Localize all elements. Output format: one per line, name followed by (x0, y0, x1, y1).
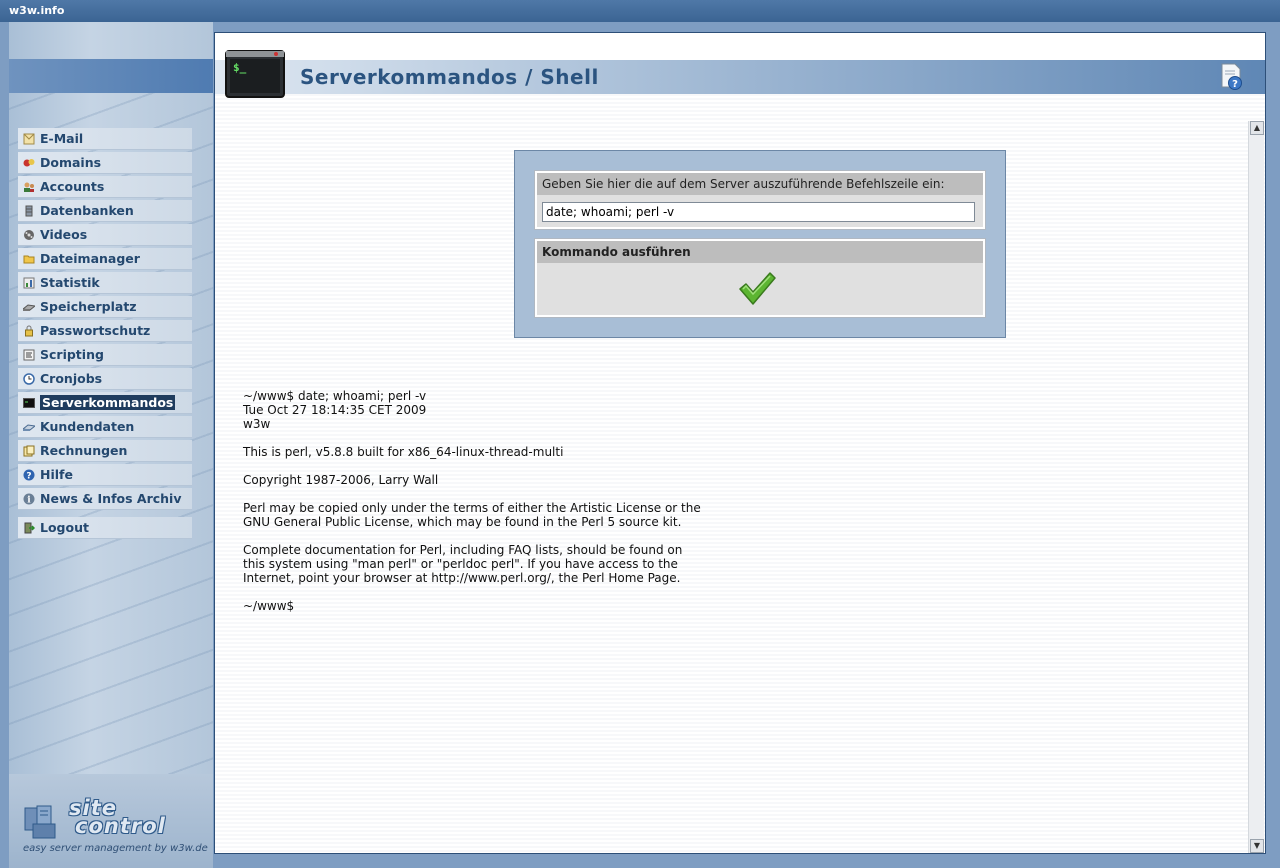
output-line: Internet, point your browser at http://w… (243, 571, 681, 585)
sidebar-item-label: Accounts (40, 179, 105, 194)
sidebar-item-label: E-Mail (40, 131, 84, 146)
info-icon: i (23, 493, 35, 505)
sidebar-item-label: Passwortschutz (40, 323, 151, 338)
sidebar-item-label: Videos (40, 227, 88, 242)
shell-output: ~/www$ date; whoami; perl -v Tue Oct 27 … (243, 389, 701, 613)
page-title: Serverkommandos / Shell (300, 65, 599, 89)
storage-icon (21, 301, 37, 313)
sidebar-item-email[interactable]: E-Mail (18, 128, 192, 150)
page-help-icon[interactable]: ? (1220, 63, 1244, 91)
output-line: w3w (243, 417, 271, 431)
output-line: ~/www$ (243, 599, 295, 613)
sidebar-item-videos[interactable]: Videos (18, 224, 192, 246)
customer-icon (21, 421, 37, 433)
sidebar-item-logout[interactable]: Logout (18, 517, 192, 539)
mail-icon (23, 133, 35, 145)
logout-icon (23, 522, 36, 534)
terminal-icon (23, 397, 35, 409)
videos-icon (23, 229, 35, 241)
folder-icon (23, 253, 35, 265)
output-line: ~/www$ date; whoami; perl -v (243, 389, 427, 403)
logo-text-control: control (75, 814, 166, 838)
sidebar-item-passwortschutz[interactable]: Passwortschutz (18, 320, 192, 342)
invoice-icon (23, 445, 35, 457)
command-form: Geben Sie hier die auf dem Server auszuf… (514, 150, 1006, 338)
command-prompt-label: Geben Sie hier die auf dem Server auszuf… (537, 173, 983, 195)
accounts-icon (23, 181, 35, 193)
clock-icon (23, 372, 35, 385)
output-line: Copyright 1987-2006, Larry Wall (243, 473, 439, 487)
sidebar-item-label: Logout (40, 520, 89, 535)
sidebar-item-accounts[interactable]: Accounts (18, 176, 192, 198)
sidebar-item-label: Cronjobs (40, 371, 103, 386)
sidebar: E-Mail Domains Accounts Datenbanken Vide… (9, 22, 213, 868)
sidebar-header-band (9, 59, 213, 93)
sidebar-item-domains[interactable]: Domains (18, 152, 192, 174)
statistics-icon (23, 277, 35, 289)
sidebar-item-dateimanager[interactable]: Dateimanager (18, 248, 192, 270)
help-icon: ? (23, 469, 35, 481)
site-control-logo: site control easy server management by w… (9, 774, 213, 868)
window-title: w3w.info (9, 4, 65, 17)
scroll-up-arrow-icon[interactable]: ▲ (1250, 121, 1264, 135)
window-title-bar: w3w.info (0, 0, 1280, 22)
sidebar-item-label: Speicherplatz (40, 299, 137, 314)
domains-icon (23, 157, 35, 169)
execute-checkmark-button[interactable] (737, 271, 777, 307)
logo-tagline: easy server management by w3w.de (23, 843, 208, 854)
sidebar-item-label: Hilfe (40, 467, 73, 482)
scripting-icon (23, 349, 35, 361)
sidebar-item-cronjobs[interactable]: Cronjobs (18, 368, 192, 390)
sidebar-item-label: Rechnungen (40, 443, 128, 458)
sidebar-item-kundendaten[interactable]: Kundendaten (18, 416, 192, 438)
svg-text:$_: $_ (233, 61, 247, 74)
sidebar-item-hilfe[interactable]: ? Hilfe (18, 464, 192, 486)
sidebar-item-label: Statistik (40, 275, 100, 290)
sidebar-menu: E-Mail Domains Accounts Datenbanken Vide… (18, 128, 192, 541)
output-line: GNU General Public License, which may be… (243, 515, 682, 529)
sidebar-item-rechnungen[interactable]: Rechnungen (18, 440, 192, 462)
svg-text:?: ? (26, 471, 31, 481)
sidebar-item-news-infos-archiv[interactable]: i News & Infos Archiv (18, 488, 192, 510)
output-line: this system using "man perl" or "perldoc… (243, 557, 678, 571)
sidebar-item-label: Kundendaten (40, 419, 135, 434)
vertical-scrollbar[interactable]: ▲ ▼ (1248, 121, 1264, 853)
sidebar-item-label: Dateimanager (40, 251, 140, 266)
output-line: Complete documentation for Perl, includi… (243, 543, 683, 557)
sidebar-item-label: Scripting (40, 347, 104, 362)
command-input-box: Geben Sie hier die auf dem Server auszuf… (534, 170, 986, 230)
sidebar-item-statistik[interactable]: Statistik (18, 272, 192, 294)
database-icon (23, 205, 35, 217)
sidebar-item-speicherplatz[interactable]: Speicherplatz (18, 296, 192, 318)
sidebar-item-label: Datenbanken (40, 203, 134, 218)
svg-text:?: ? (1232, 79, 1238, 90)
output-line: Perl may be copied only under the terms … (243, 501, 701, 515)
execute-label: Kommando ausführen (537, 241, 983, 263)
sidebar-item-scripting[interactable]: Scripting (18, 344, 192, 366)
output-line: This is perl, v5.8.8 built for x86_64-li… (243, 445, 564, 459)
lock-icon (23, 325, 35, 337)
sidebar-item-label: Domains (40, 155, 102, 170)
sidebar-item-datenbanken[interactable]: Datenbanken (18, 200, 192, 222)
terminal-window-icon: $_ (225, 50, 285, 98)
page-header: Serverkommandos / Shell (215, 60, 1265, 94)
sidebar-item-serverkommandos[interactable]: Serverkommandos (18, 392, 192, 414)
execute-box: Kommando ausführen (534, 238, 986, 318)
scroll-down-arrow-icon[interactable]: ▼ (1250, 839, 1264, 853)
sidebar-item-label: News & Infos Archiv (40, 491, 182, 506)
output-line: Tue Oct 27 18:14:35 CET 2009 (243, 403, 427, 417)
main-panel: Serverkommandos / Shell $_ ? Geben Sie h… (214, 32, 1266, 854)
server-logo-icon (24, 805, 56, 839)
sidebar-item-label: Serverkommandos (40, 395, 176, 410)
svg-text:i: i (27, 495, 31, 505)
command-input[interactable] (542, 202, 975, 222)
